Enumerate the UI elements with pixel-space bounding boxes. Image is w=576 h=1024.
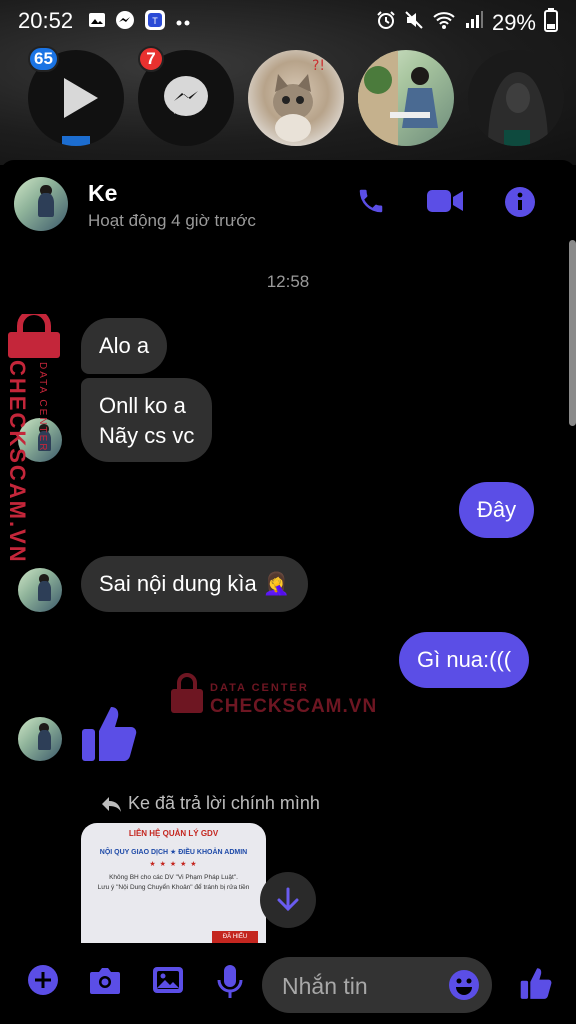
conversation-timestamp: 12:58 [266,272,310,291]
watermark-small-text: DATA CENTER [210,682,309,694]
emoji-icon[interactable] [448,969,480,1006]
chat-head-ke[interactable] [358,50,454,146]
microphone-icon[interactable] [216,964,244,1005]
card-subtitle: NỘI QUY GIAO DỊCH ★ ĐIỀU KHOẢN ADMIN [99,849,248,856]
scroll-to-bottom-button[interactable] [260,872,316,928]
more-notifications-icon [175,14,191,32]
gallery-icon[interactable] [151,964,185,1001]
watermark-text: CHECKSCAM.VN [210,696,378,717]
thumbs-up-message-icon[interactable] [80,703,138,768]
contact-avatar-small [18,717,62,761]
svg-text:T: T [152,16,158,26]
message-bubble-incoming[interactable]: Alo a [81,318,168,374]
message-bubble-outgoing[interactable]: Đây [459,482,535,538]
message-bubble-incoming[interactable]: Sai nội dung kìa 🤦‍♀️ [81,556,309,612]
watermark-small-text: DATA CENTER [37,362,48,453]
watermark-lock-icon [6,309,62,363]
contact-avatar[interactable] [14,177,68,231]
contact-name[interactable]: Ke [88,180,117,207]
mute-icon [404,10,424,36]
gallery-notification-icon [88,11,106,34]
camera-icon[interactable] [88,964,122,1001]
person-avatar-image [358,50,438,146]
battery-percent: 29% [491,10,536,35]
message-input-container[interactable] [262,957,492,1015]
reply-icon [102,796,121,812]
alarm-icon [376,10,396,36]
reply-indicator: Ke đã trả lời chính mình [100,793,320,814]
contact-active-status: Hoạt động 4 giờ trước [88,211,256,230]
card-line: Không BH cho các DV "Vi Phạm Pháp Luật". [109,874,238,881]
contact-avatar-small [18,568,62,612]
card-stars: ★ ★ ★ ★ ★ [149,861,198,868]
card-button: ĐÃ HIỂU [212,931,258,943]
image-message-card[interactable]: LIÊN HỆ QUẢN LÝ GDV NỘI QUY GIAO DỊCH ★ … [81,823,266,943]
info-icon[interactable] [504,186,536,223]
signal-icon [464,10,484,36]
chat-head-badge: 7 [138,46,164,72]
message-input[interactable] [280,957,444,1015]
arrow-down-icon [277,887,299,912]
watermark-text: CHECKSCAM.VN [5,360,30,564]
chat-head-dark-anime[interactable] [468,50,564,146]
status-time: 20:52 [18,8,74,33]
message-line: Nãy cs vc [99,423,195,448]
thumbs-up-send-icon[interactable] [519,966,553,1005]
battery-icon [544,8,558,38]
card-title: LIÊN HỆ QUẢN LÝ GDV [128,829,219,838]
card-line: Lưu ý "Nội Dung Chuyển Khoản" để tránh b… [97,884,250,891]
chat-head-badge: 65 [28,46,59,72]
messenger-notification-icon [115,10,135,35]
status-bar: 20:52 T 29% [0,0,576,40]
watermark-lock-icon [170,672,204,719]
message-bubble-outgoing[interactable]: Gì nua:((( [399,632,530,688]
reply-note: Ke đã trả lời chính mình [128,793,320,813]
add-icon[interactable] [27,964,59,1001]
wifi-icon [432,10,456,36]
svg-text:?!: ?! [312,58,325,74]
message-bubble-incoming[interactable]: Onll ko a Nãy cs vc [81,378,213,462]
phone-call-icon[interactable] [356,186,386,221]
cat-avatar-image: ?! [273,58,325,142]
message-line: Onll ko a [99,393,186,418]
app-notification-icon: T [144,9,166,36]
scrollbar[interactable] [569,240,576,426]
video-call-icon[interactable] [426,186,464,221]
chat-head-cat[interactable]: ?! [248,50,344,146]
anime-avatar-image [488,72,548,146]
